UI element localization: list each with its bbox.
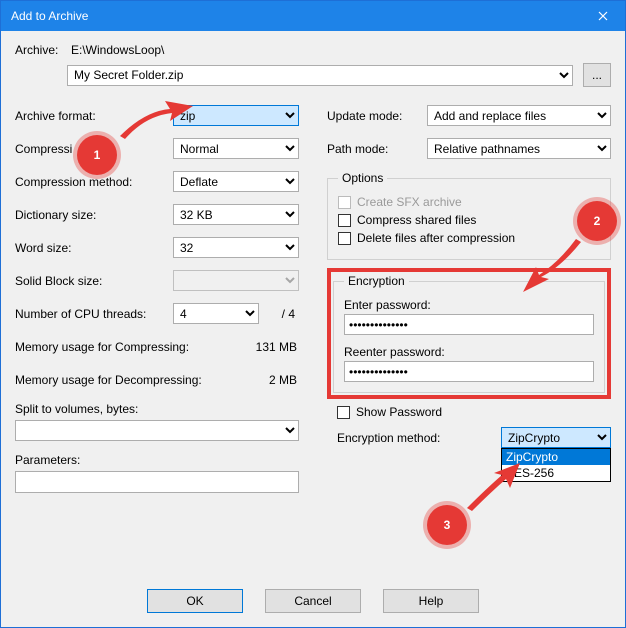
cpu-threads-label: Number of CPU threads:	[15, 307, 173, 321]
browse-button[interactable]: ...	[583, 63, 611, 87]
enter-password-input[interactable]	[344, 314, 594, 335]
ellipsis-icon: ...	[592, 68, 602, 82]
mem-compress-label: Memory usage for Compressing:	[15, 340, 256, 354]
close-icon	[598, 11, 608, 21]
mem-decompress-label: Memory usage for Decompressing:	[15, 373, 269, 387]
split-volumes-select[interactable]	[15, 420, 299, 441]
dialog-window: Add to Archive Archive: E:\WindowsLoop\ …	[0, 0, 626, 628]
compression-method-select[interactable]: Deflate	[173, 171, 299, 192]
mem-decompress-value: 2 MB	[269, 373, 299, 387]
archive-path-row: Archive: E:\WindowsLoop\	[15, 43, 611, 57]
update-mode-label: Update mode:	[327, 109, 427, 123]
compression-method-label: Compression method:	[15, 175, 173, 189]
encryption-legend: Encryption	[344, 274, 409, 288]
content-area: Archive: E:\WindowsLoop\ My Secret Folde…	[1, 31, 625, 571]
solid-block-label: Solid Block size:	[15, 274, 173, 288]
parameters-input[interactable]	[15, 471, 299, 493]
archive-filename-select[interactable]: My Secret Folder.zip	[67, 65, 573, 86]
encryption-method-select[interactable]: ZipCrypto	[501, 427, 611, 448]
options-legend: Options	[338, 171, 387, 185]
cpu-threads-total: / 4	[259, 307, 295, 321]
cancel-button[interactable]: Cancel	[265, 589, 361, 613]
ok-button[interactable]: OK	[147, 589, 243, 613]
parameters-label: Parameters:	[15, 453, 299, 467]
dictionary-size-label: Dictionary size:	[15, 208, 173, 222]
update-mode-select[interactable]: Add and replace files	[427, 105, 611, 126]
path-mode-select[interactable]: Relative pathnames	[427, 138, 611, 159]
archive-file-row: My Secret Folder.zip ...	[15, 63, 611, 87]
right-column: Update mode: Add and replace files Path …	[327, 105, 611, 493]
button-bar: OK Cancel Help	[1, 589, 625, 613]
window-title: Add to Archive	[11, 9, 88, 23]
mem-compress-value: 131 MB	[256, 340, 299, 354]
dictionary-size-select[interactable]: 32 KB	[173, 204, 299, 225]
encryption-method-label: Encryption method:	[337, 431, 493, 445]
show-password-checkbox[interactable]: Show Password	[337, 405, 611, 419]
reenter-password-label: Reenter password:	[344, 345, 594, 359]
close-button[interactable]	[581, 1, 625, 31]
word-size-label: Word size:	[15, 241, 173, 255]
help-button[interactable]: Help	[383, 589, 479, 613]
compress-shared-checkbox[interactable]: Compress shared files	[338, 213, 600, 227]
reenter-password-input[interactable]	[344, 361, 594, 382]
sfx-checkbox: Create SFX archive	[338, 195, 600, 209]
archive-path: E:\WindowsLoop\	[67, 43, 611, 57]
titlebar: Add to Archive	[1, 1, 625, 31]
annotation-arrow-2	[521, 237, 591, 300]
archive-label: Archive:	[15, 43, 67, 57]
left-column: Archive format: zip Compressi Normal Com…	[15, 105, 299, 493]
word-size-select[interactable]: 32	[173, 237, 299, 258]
annotation-badge-1: 1	[77, 135, 117, 175]
annotation-badge-3: 3	[427, 505, 467, 545]
enter-password-label: Enter password:	[344, 298, 594, 312]
annotation-arrow-3	[462, 463, 522, 516]
split-volumes-label: Split to volumes, bytes:	[15, 402, 138, 416]
annotation-badge-2: 2	[577, 201, 617, 241]
cpu-threads-select[interactable]: 4	[173, 303, 259, 324]
solid-block-select	[173, 270, 299, 291]
annotation-arrow-1	[115, 101, 195, 144]
path-mode-label: Path mode:	[327, 142, 427, 156]
